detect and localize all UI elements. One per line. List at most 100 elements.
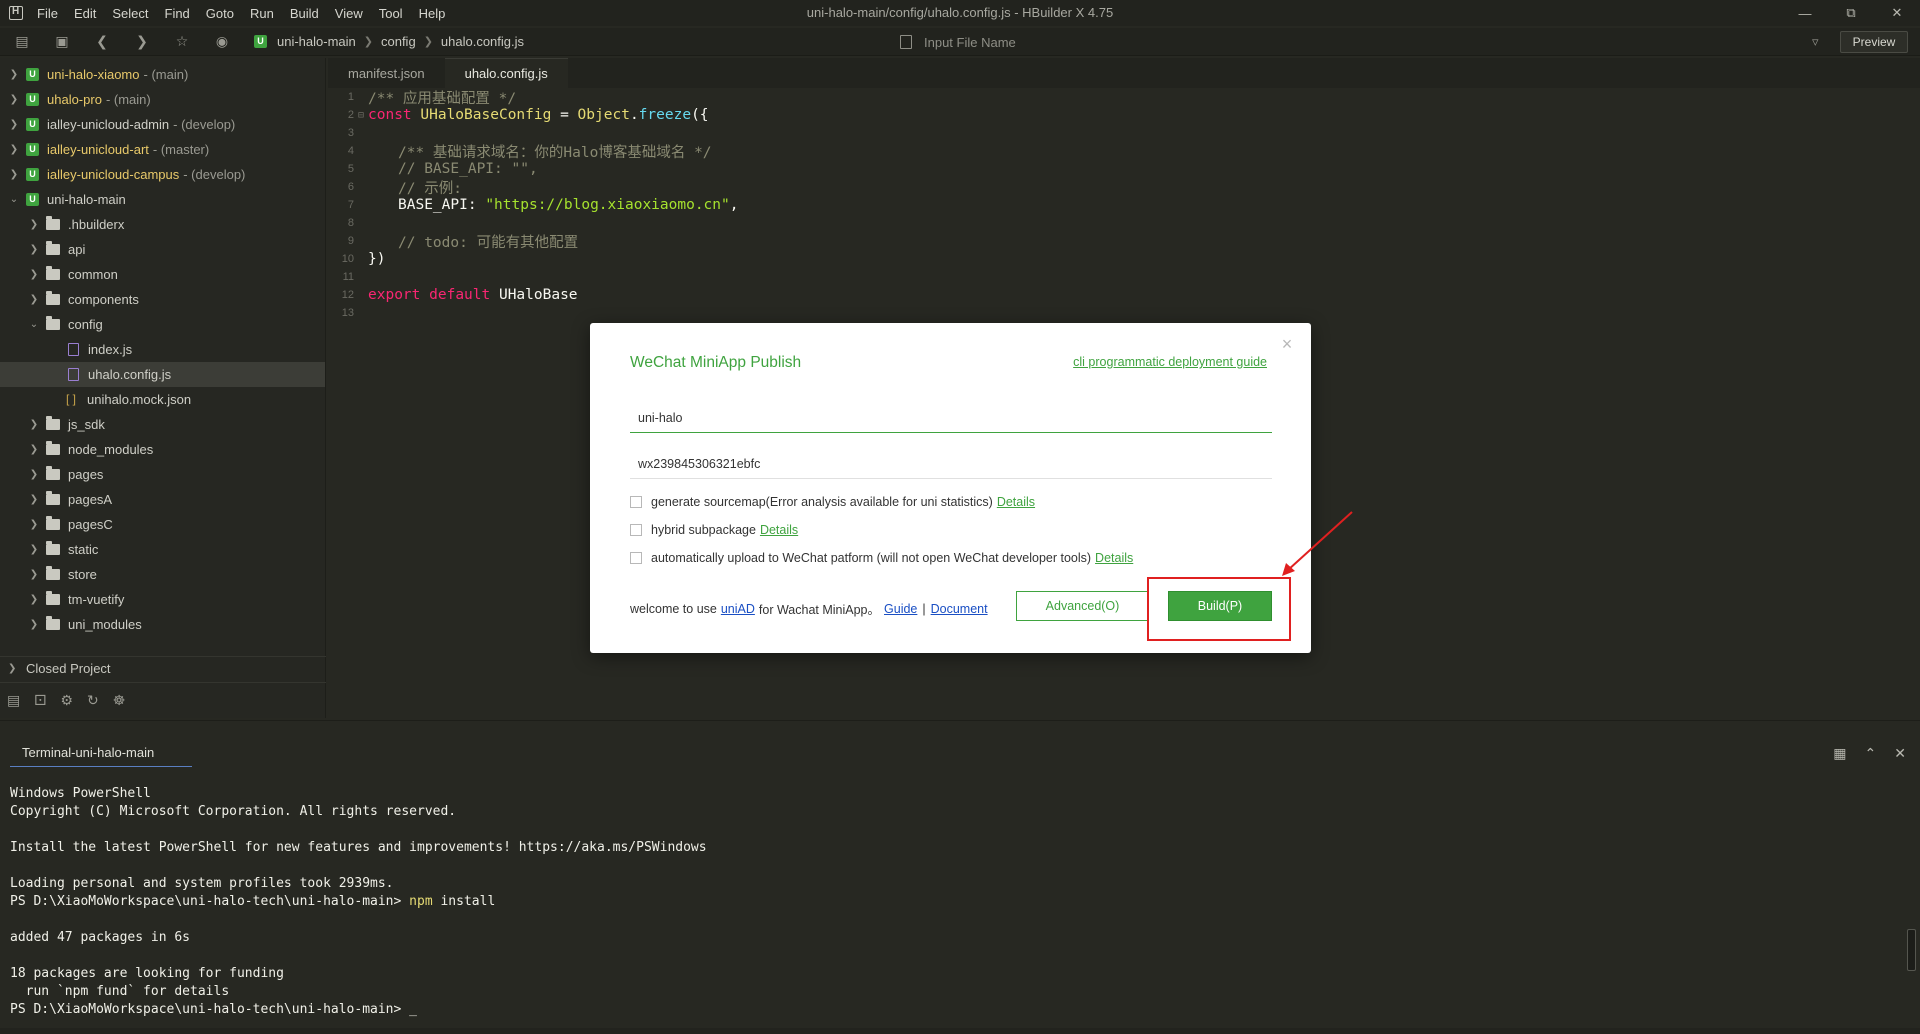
folder-api[interactable]: ❯ api bbox=[0, 237, 325, 262]
folder-config[interactable]: ⌄ config bbox=[0, 312, 325, 337]
project-ialley-unicloud-admin[interactable]: ❯ U ialley-unicloud-admin - (develop) bbox=[0, 112, 325, 137]
bug-icon[interactable]: ⚙ bbox=[60, 692, 73, 709]
new-terminal-icon[interactable]: ▦ bbox=[1833, 745, 1846, 762]
folder-node-modules[interactable]: ❯ node_modules bbox=[0, 437, 325, 462]
hybrid-subpackage-checkbox[interactable] bbox=[630, 524, 642, 536]
folder-common[interactable]: ❯ common bbox=[0, 262, 325, 287]
chevron-right-icon[interactable]: ❯ bbox=[8, 169, 20, 180]
chevron-right-icon[interactable]: ❯ bbox=[28, 444, 40, 455]
chevron-up-icon[interactable]: ⌃ bbox=[1865, 745, 1877, 762]
terminal-tab[interactable]: Terminal-uni-halo-main bbox=[10, 745, 192, 767]
refresh-icon[interactable]: ↻ bbox=[87, 692, 99, 709]
details-link[interactable]: Details bbox=[997, 495, 1035, 509]
folder-pages[interactable]: ❯ pages bbox=[0, 462, 325, 487]
menu-tool[interactable]: Tool bbox=[371, 6, 411, 21]
document-link[interactable]: Document bbox=[931, 602, 988, 616]
chevron-right-icon[interactable]: ❯ bbox=[28, 619, 40, 630]
folder-static[interactable]: ❯ static bbox=[0, 537, 325, 562]
appid-field[interactable]: wx239845306321ebfc bbox=[630, 449, 1272, 479]
project-uni-halo-main[interactable]: ⌄ U uni-halo-main bbox=[0, 187, 325, 212]
menu-view[interactable]: View bbox=[327, 6, 371, 21]
project-ialley-unicloud-campus[interactable]: ❯ U ialley-unicloud-campus - (develop) bbox=[0, 162, 325, 187]
chevron-right-icon[interactable]: ❯ bbox=[28, 594, 40, 605]
chevron-right-icon[interactable]: ❯ bbox=[28, 219, 40, 230]
cli-guide-link[interactable]: cli programmatic deployment guide bbox=[1073, 355, 1267, 369]
advanced-button[interactable]: Advanced(O) bbox=[1016, 591, 1149, 621]
fold-icon[interactable]: ⊟ bbox=[354, 110, 368, 121]
file-search-input[interactable]: Input File Name bbox=[900, 32, 1320, 52]
auto-upload-checkbox[interactable] bbox=[630, 552, 642, 564]
chevron-down-icon[interactable]: ⌄ bbox=[28, 319, 40, 330]
option-hybrid-subpackage[interactable]: hybrid subpackage Details bbox=[630, 521, 798, 539]
new-file-icon[interactable]: ▤ bbox=[6, 30, 38, 54]
folder-store[interactable]: ❯ store bbox=[0, 562, 325, 587]
minimize-icon[interactable]: — bbox=[1782, 0, 1828, 26]
details-link[interactable]: Details bbox=[760, 523, 798, 537]
close-panel-icon[interactable]: ✕ bbox=[1894, 745, 1906, 762]
chevron-right-icon[interactable]: ❯ bbox=[28, 294, 40, 305]
run-icon[interactable]: ◉ bbox=[206, 30, 238, 54]
folder-uni-modules[interactable]: ❯ uni_modules bbox=[0, 612, 325, 637]
menu-build[interactable]: Build bbox=[282, 6, 327, 21]
project-ialley-unicloud-art[interactable]: ❯ U ialley-unicloud-art - (master) bbox=[0, 137, 325, 162]
project-uni-halo-xiaomo[interactable]: ❯ U uni-halo-xiaomo - (main) bbox=[0, 62, 325, 87]
tab-uhalo-config-js[interactable]: uhalo.config.js bbox=[444, 58, 568, 88]
chevron-right-icon[interactable]: ❯ bbox=[28, 244, 40, 255]
menu-goto[interactable]: Goto bbox=[198, 6, 242, 21]
sourcemap-checkbox[interactable] bbox=[630, 496, 642, 508]
folder-components[interactable]: ❯ components bbox=[0, 287, 325, 312]
breadcrumb-project[interactable]: uni-halo-main bbox=[277, 34, 356, 49]
menu-run[interactable]: Run bbox=[242, 6, 282, 21]
close-icon[interactable]: × bbox=[1279, 335, 1295, 353]
folder-pagesC[interactable]: ❯ pagesC bbox=[0, 512, 325, 537]
chevron-right-icon[interactable]: ❯ bbox=[28, 544, 40, 555]
folder-pagesA[interactable]: ❯ pagesA bbox=[0, 487, 325, 512]
folder-js-sdk[interactable]: ❯ js_sdk bbox=[0, 412, 325, 437]
uniad-link[interactable]: uniAD bbox=[721, 602, 755, 616]
binoculars-icon[interactable]: ⚀ bbox=[34, 692, 46, 709]
chevron-right-icon[interactable]: ❯ bbox=[28, 269, 40, 280]
project-uhalo-pro[interactable]: ❯ U uhalo-pro - (main) bbox=[0, 87, 325, 112]
chevron-right-icon[interactable]: ❯ bbox=[28, 494, 40, 505]
file-uhalo-config-js[interactable]: uhalo.config.js bbox=[0, 362, 325, 387]
details-link[interactable]: Details bbox=[1095, 551, 1133, 565]
menu-edit[interactable]: Edit bbox=[66, 6, 104, 21]
chevron-right-icon[interactable]: ❯ bbox=[8, 94, 20, 105]
chevron-right-icon[interactable]: ❯ bbox=[8, 144, 20, 155]
chevron-right-icon[interactable]: ❯ bbox=[28, 569, 40, 580]
folder-tm-vuetify[interactable]: ❯ tm-vuetify bbox=[0, 587, 325, 612]
preview-button[interactable]: Preview bbox=[1840, 31, 1908, 53]
file-index-js[interactable]: index.js bbox=[0, 337, 325, 362]
menu-file[interactable]: File bbox=[33, 6, 66, 21]
breadcrumb-folder[interactable]: config bbox=[381, 34, 416, 49]
option-sourcemap[interactable]: generate sourcemap(Error analysis availa… bbox=[630, 493, 1035, 511]
closed-project-section[interactable]: ❯ Closed Project bbox=[0, 656, 326, 680]
folder-hbuilderx[interactable]: ❯ .hbuilderx bbox=[0, 212, 325, 237]
option-auto-upload[interactable]: automatically upload to WeChat patform (… bbox=[630, 549, 1133, 567]
chevron-right-icon[interactable]: ❯ bbox=[28, 419, 40, 430]
terminal-scrollbar[interactable] bbox=[1907, 929, 1916, 971]
chevron-down-icon[interactable]: ⌄ bbox=[8, 194, 20, 205]
terminal-output[interactable]: Windows PowerShell Copyright (C) Microsof… bbox=[10, 785, 707, 1019]
chevron-right-icon[interactable]: ❯ bbox=[28, 519, 40, 530]
back-icon[interactable]: ❮ bbox=[86, 30, 118, 54]
filter-icon[interactable]: ▿ bbox=[1812, 34, 1819, 50]
tab-manifest-json[interactable]: manifest.json bbox=[328, 58, 445, 88]
app-name-field[interactable]: uni-halo bbox=[630, 403, 1272, 433]
restore-icon[interactable]: ⧉ bbox=[1828, 0, 1874, 26]
forward-icon[interactable]: ❯ bbox=[126, 30, 158, 54]
breadcrumb-file[interactable]: uhalo.config.js bbox=[441, 34, 524, 49]
chevron-right-icon[interactable]: ❯ bbox=[8, 663, 20, 674]
menu-find[interactable]: Find bbox=[157, 6, 198, 21]
guide-link[interactable]: Guide bbox=[884, 602, 917, 616]
chevron-right-icon[interactable]: ❯ bbox=[8, 69, 20, 80]
project-manager-icon[interactable]: ▤ bbox=[7, 692, 20, 709]
save-icon[interactable]: ▣ bbox=[46, 30, 78, 54]
chevron-right-icon[interactable]: ❯ bbox=[28, 469, 40, 480]
file-unihalo-mock-json[interactable]: [ ] unihalo.mock.json bbox=[0, 387, 325, 412]
menu-select[interactable]: Select bbox=[104, 6, 156, 21]
close-icon[interactable]: ✕ bbox=[1874, 0, 1920, 26]
star-icon[interactable]: ☆ bbox=[166, 30, 198, 54]
plugin-icon[interactable]: ☸ bbox=[113, 692, 126, 709]
chevron-right-icon[interactable]: ❯ bbox=[8, 119, 20, 130]
